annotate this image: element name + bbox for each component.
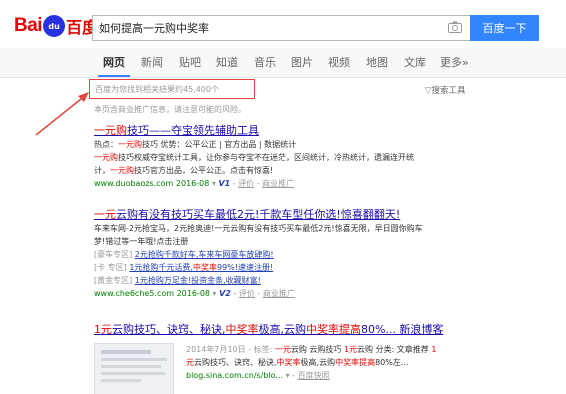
search-result-3: 1元云购技巧、诀窍、秘诀,中奖率极高,云购中奖率提高80%... 新浪博客 (94, 322, 443, 337)
dropdown-arrow-icon[interactable]: ▾ (286, 371, 290, 380)
result-3-snippet: 2014年7月10日 - 标签: 一元云购 云购技巧 1元云购 分类: 文章推荐… (186, 343, 436, 382)
tab-video[interactable]: 视频 (328, 54, 350, 70)
tab-tieba[interactable]: 贴吧 (179, 54, 201, 70)
result-2-sublink-2: [卡 专区] 1元抢购千元话费,中奖率99%!速速注册! (94, 263, 274, 272)
search-tabs: 网页 新闻 贴吧 知道 音乐 图片 视频 地图 文库 更多» (0, 48, 566, 78)
result-3-title[interactable]: 1元云购技巧、诀窍、秘诀,中奖率极高,云购中奖率提高80%... 新浪博客 (94, 322, 443, 337)
result-2-title[interactable]: 一元云购有没有技巧买车最低2元!千款车型任你选!惊喜翻翻天! (94, 207, 423, 222)
dropdown-arrow-icon[interactable]: ▾ (213, 289, 217, 298)
result-2-ad-link[interactable]: 商业推广 (263, 289, 295, 298)
result-2-sublink-1: [豪车专区] 2元抢购千款好车,车来车网豪车放肆购! (94, 250, 274, 259)
active-tab-indicator (98, 75, 130, 77)
search-tools-button[interactable]: ▽搜索工具 (425, 84, 466, 96)
sublink-gold[interactable]: 1元抢购万足金!投资金条,收藏财富! (135, 276, 261, 285)
ad-notice: 本页含商业推广信息，请注意可能的风险。 (94, 105, 246, 114)
search-result-2: 一元云购有没有技巧买车最低2元!千款车型任你选!惊喜翻翻天! 车来车网-2元抢宝… (94, 207, 423, 300)
result-3-line-1: 2014年7月10日 - 标签: 一元云购 云购技巧 1元云购 分类: 文章推荐… (186, 345, 437, 354)
result-1-line-1: 热点：一元购技巧 优势：公平公正 | 官方出品 | 数据统计 (94, 140, 297, 149)
result-3-thumbnail[interactable] (94, 343, 174, 394)
tab-zhidao[interactable]: 知道 (216, 54, 238, 70)
sublink-phone[interactable]: 1元抢购千元话费,中奖率99%!速速注册! (129, 263, 273, 272)
tab-music[interactable]: 音乐 (254, 54, 276, 70)
v2-badge-icon[interactable]: V2 (219, 289, 231, 298)
result-1-line-3: 计，一元购技巧官方出品，公平公正。点击有惊喜! (94, 166, 274, 175)
sublink-car[interactable]: 2元抢购千款好车,车来车网豪车放肆购! (135, 250, 274, 259)
paw-icon: du (43, 15, 66, 37)
search-tools-label: 搜索工具 (431, 86, 466, 96)
dropdown-arrow-icon[interactable]: ▾ (212, 179, 216, 188)
result-1-url[interactable]: www.duobaozs.com 2016-08 (94, 179, 209, 188)
tab-web[interactable]: 网页 (103, 54, 125, 70)
result-count: 百度为您找到相关结果约45,400个 (95, 85, 219, 94)
result-1-line-2: 一元购技巧权威夺宝统计工具，让你参与夺宝不在迷茫，区间统计，冷热统计，遗漏连开统 (94, 153, 414, 162)
tab-images[interactable]: 图片 (291, 54, 313, 70)
result-1-title[interactable]: 一元购技巧——夺宝领先辅助工具 (94, 123, 414, 138)
result-1-meta: www.duobaozs.com 2016-08 ▾ V1 - 评价 - 商业推… (94, 179, 295, 188)
result-1-eval-link[interactable]: 评价 (238, 179, 254, 188)
search-button[interactable]: 百度一下 (470, 15, 539, 41)
baidu-logo[interactable]: Bai du 百度 (14, 14, 98, 38)
camera-icon[interactable] (448, 21, 462, 33)
tab-news[interactable]: 新闻 (141, 54, 163, 70)
result-3-line-2: 元云购技巧、诀窍、秘诀,中奖率极高,云购中奖率提高80%左... (186, 358, 409, 367)
v1-badge-icon[interactable]: V1 (218, 179, 230, 188)
result-3-meta: blog.sina.com.cn/s/blo... ▾ - 百度快照 (186, 371, 330, 380)
search-result-1: 一元购技巧——夺宝领先辅助工具 热点：一元购技巧 优势：公平公正 | 官方出品 … (94, 123, 414, 190)
search-box (92, 15, 470, 41)
tab-wenku[interactable]: 文库 (404, 54, 426, 70)
search-input[interactable] (93, 16, 433, 40)
result-3-url[interactable]: blog.sina.com.cn/s/blo... (186, 371, 283, 380)
result-2-line-1: 车来车网-2元抢宝马，2元抢奥迪!一元云购有没有技巧买车最低2元!惊喜无限，早日… (94, 224, 423, 233)
result-2-eval-link[interactable]: 评价 (239, 289, 255, 298)
result-2-line-2: 梦!错过等一年哦!点击注册 (94, 237, 189, 246)
result-3-cache-link[interactable]: 百度快照 (298, 371, 330, 380)
result-2-meta: www.che6che5.com 2016-08 ▾ V2 - 评价 - 商业推… (94, 289, 295, 298)
logo-text-left: Bai (14, 15, 43, 36)
result-2-sublink-3: [黄金专区] 1元抢购万足金!投资金条,收藏财富! (94, 276, 261, 285)
tab-map[interactable]: 地图 (366, 54, 388, 70)
result-1-ad-link[interactable]: 商业推广 (262, 179, 294, 188)
tab-more[interactable]: 更多» (440, 54, 469, 70)
result-2-url[interactable]: www.che6che5.com 2016-08 (94, 289, 210, 298)
